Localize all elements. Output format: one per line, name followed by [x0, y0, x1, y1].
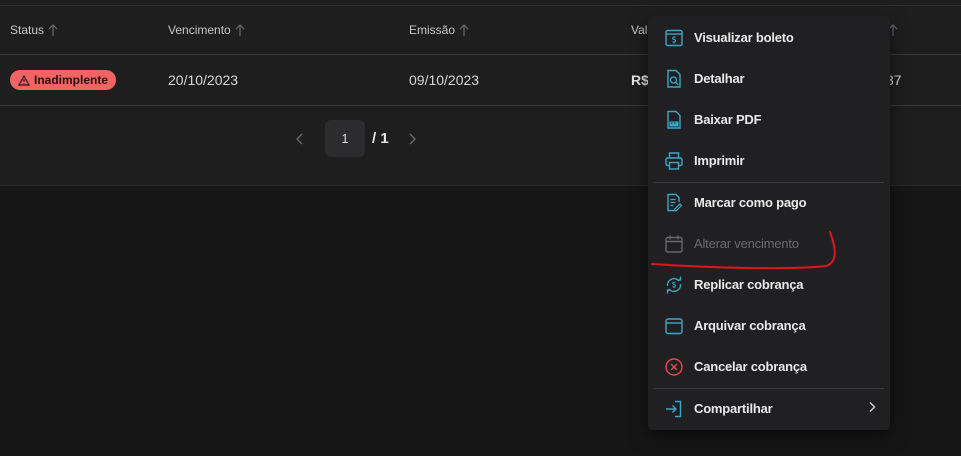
menu-item-cancelar-cobranca[interactable]: Cancelar cobrança: [648, 346, 890, 386]
next-page-button[interactable]: [399, 120, 425, 157]
header-emissao[interactable]: Emissão: [409, 6, 469, 54]
status-badge: Inadimplente: [10, 70, 117, 90]
sort-arrow-up-icon: [235, 24, 245, 36]
menu-item-baixar-pdf[interactable]: Baixar PDF: [648, 99, 890, 139]
header-valor[interactable]: Val: [631, 6, 647, 54]
calendar-icon: [665, 235, 683, 253]
header-vencimento[interactable]: Vencimento: [168, 6, 245, 54]
menu-item-replicar-cobranca[interactable]: Replicar cobrança: [648, 264, 890, 304]
sort-arrow-up-icon: [459, 24, 469, 36]
page-total-label: / 1: [372, 130, 389, 147]
menu-item-arquivar-cobranca[interactable]: Arquivar cobrança: [648, 305, 890, 345]
menu-item-alterar-vencimento[interactable]: Alterar vencimento: [648, 223, 890, 263]
emissao-cell: 09/10/2023: [409, 72, 480, 88]
menu-item-imprimir[interactable]: Imprimir: [648, 140, 890, 180]
document-edit-icon: [667, 193, 683, 212]
archive-box-icon: [665, 318, 683, 335]
menu-item-visualizar-boleto[interactable]: Visualizar boleto: [648, 17, 890, 57]
chevron-right-icon: [409, 133, 416, 144]
chevron-right-icon: [869, 402, 876, 412]
pdf-file-icon: [667, 110, 681, 129]
cancel-circle-icon: [665, 358, 683, 376]
menu-item-compartilhar[interactable]: Compartilhar: [648, 388, 890, 428]
actions-context-menu: Visualizar boleto Detalhar Baixar PDF Im…: [648, 16, 890, 430]
replicate-money-icon: [666, 276, 682, 294]
document-search-icon: [667, 69, 681, 88]
header-status[interactable]: Status: [10, 6, 58, 54]
sort-arrow-up-icon: [48, 24, 58, 36]
menu-item-marcar-como-pago[interactable]: Marcar como pago: [648, 182, 890, 222]
boleto-view-icon: [665, 29, 683, 47]
chevron-left-icon: [296, 133, 303, 144]
warning-icon: [18, 74, 30, 86]
pagination: 1 / 1: [287, 120, 425, 157]
share-export-icon: [666, 400, 682, 418]
menu-item-detalhar[interactable]: Detalhar: [648, 58, 890, 98]
status-cell: Inadimplente: [10, 55, 117, 105]
valor-cell: R$: [631, 72, 649, 88]
printer-icon: [665, 152, 683, 170]
vencimento-cell: 20/10/2023: [168, 72, 239, 88]
prev-page-button[interactable]: [287, 120, 313, 157]
current-page-button[interactable]: 1: [325, 120, 365, 157]
